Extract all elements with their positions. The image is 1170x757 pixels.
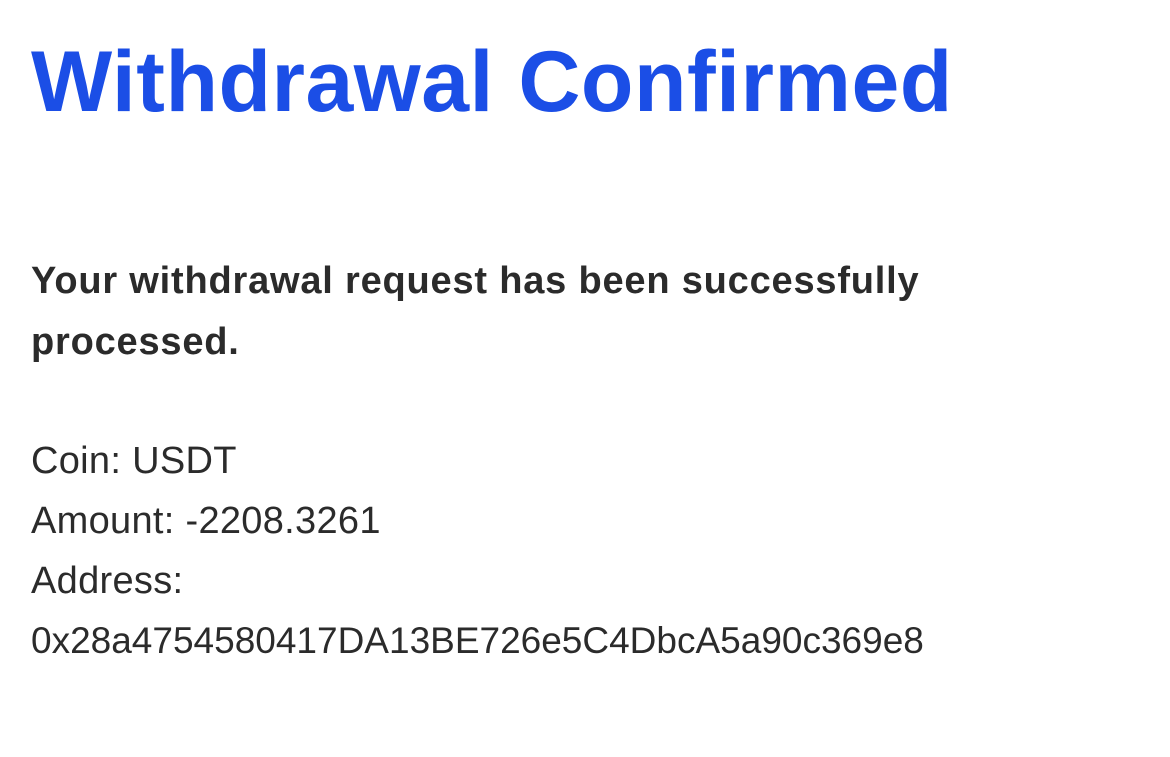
coin-label: Coin: — [31, 440, 122, 482]
coin-value: USDT — [132, 440, 237, 482]
page-title: Withdrawal Confirmed — [31, 34, 953, 130]
withdrawal-details: Coin: USDT Amount: -2208.3261 Address: 0… — [31, 431, 924, 671]
address-label: Address: — [31, 560, 184, 602]
amount-row: Amount: -2208.3261 — [31, 491, 924, 551]
amount-value: -2208.3261 — [185, 500, 381, 542]
amount-label: Amount: — [31, 500, 175, 542]
coin-row: Coin: USDT — [31, 431, 924, 491]
success-message: Your withdrawal request has been success… — [31, 260, 920, 363]
address-value: 0x28a4754580417DA13BE726e5C4DbcA5a90c369… — [31, 620, 924, 661]
